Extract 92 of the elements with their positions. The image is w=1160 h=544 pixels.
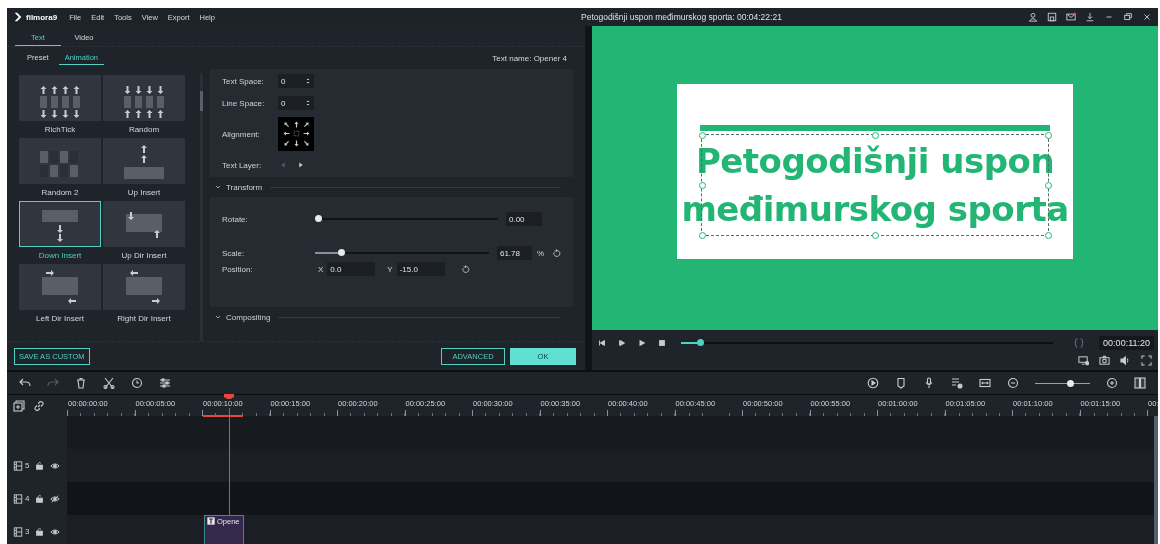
volume-icon[interactable] [1120, 354, 1131, 366]
track-number: 4 [25, 494, 30, 503]
marker-icon[interactable] [895, 377, 907, 389]
restore-icon[interactable] [1123, 12, 1133, 22]
axis-label: Y [387, 264, 393, 274]
next-frame-icon[interactable] [617, 338, 627, 348]
text-clip-icon [207, 517, 215, 525]
track-number: 5 [25, 461, 30, 470]
title-text: međimurskog sporta [681, 188, 1069, 231]
preset-label: Up Dir Insert [121, 251, 167, 260]
eye-icon[interactable] [50, 526, 61, 537]
cut-icon[interactable] [103, 377, 115, 389]
hidden-eye-icon[interactable] [50, 493, 61, 504]
value-field[interactable]: -15.0 [396, 262, 445, 276]
previous-frame-icon[interactable] [597, 338, 607, 348]
render-preview-icon[interactable] [867, 377, 879, 389]
animation-thumbnail[interactable] [19, 75, 101, 121]
value-field[interactable]: 0.00 [506, 212, 542, 226]
add-track-icon[interactable] [13, 399, 25, 412]
reset-icon[interactable] [460, 264, 470, 274]
stop-icon[interactable] [657, 338, 667, 348]
track-film-icon [13, 493, 23, 504]
lock-icon[interactable] [35, 527, 45, 536]
window-title: Petogodišnji uspon međimurskog sporta: 00:04:22:21 [581, 12, 782, 22]
text-name-label: Text name: Opener 4 [492, 53, 567, 63]
delete-icon[interactable] [75, 377, 87, 389]
axis-label: X [318, 264, 324, 274]
track-film-icon [13, 526, 23, 537]
section-header[interactable]: Transform [226, 182, 263, 192]
mail-icon[interactable] [1066, 12, 1076, 22]
preset-label: Random [128, 125, 160, 134]
adjust-icon[interactable] [159, 377, 171, 389]
in-out-range-line [203, 415, 243, 417]
spinner-arrows-icon[interactable] [305, 77, 311, 85]
unit-label: % [536, 248, 544, 258]
animation-thumbnail[interactable] [19, 264, 101, 310]
section-header[interactable]: Compositing [226, 312, 271, 322]
eye-icon[interactable] [50, 460, 61, 471]
preset-label: Up Insert [127, 188, 161, 197]
field-label: Alignment: [222, 129, 261, 139]
animation-thumbnail[interactable] [103, 138, 185, 184]
track-film-icon [13, 460, 23, 471]
display-settings-icon[interactable] [1078, 354, 1089, 366]
animation-thumbnail[interactable] [103, 264, 185, 310]
animation-thumbnail[interactable] [19, 138, 101, 184]
preset-label: Left Dir Insert [36, 314, 84, 323]
microphone-icon[interactable] [923, 377, 935, 389]
spin-field[interactable]: 0 [278, 96, 314, 110]
value-field[interactable]: 0.0 [327, 262, 376, 276]
preset-label: Down Insert [38, 251, 82, 260]
field-label: Scale: [222, 248, 246, 258]
field-label: Rotate: [222, 214, 249, 224]
scrollbar-thumb[interactable] [200, 91, 203, 111]
lock-icon[interactable] [35, 461, 45, 470]
zoom-in-icon[interactable] [1106, 377, 1118, 389]
timecode: 00:00:11:20 [1099, 336, 1154, 350]
snapshot-icon[interactable] [1099, 354, 1110, 366]
value-field[interactable]: 61.78 [496, 246, 532, 260]
download-icon[interactable] [1085, 12, 1095, 22]
animation-thumbnail[interactable] [103, 75, 185, 121]
animation-thumbnail[interactable] [19, 201, 101, 247]
zoom-out-icon[interactable] [1007, 377, 1019, 389]
track-number: 3 [25, 527, 30, 536]
alignment-grid[interactable] [278, 117, 314, 151]
play-icon[interactable] [637, 338, 647, 348]
spinner-arrows-icon[interactable] [305, 99, 311, 107]
animation-thumbnail[interactable] [103, 201, 185, 247]
preset-label: RichTick [44, 125, 76, 134]
preset-label: Right Dir Insert [117, 314, 171, 323]
reset-icon[interactable] [552, 248, 561, 258]
chevron-icon[interactable] [214, 313, 222, 321]
columns-icon[interactable] [1134, 377, 1146, 389]
title-text: Petogodišnji uspon [695, 140, 1055, 183]
fit-timeline-icon[interactable] [979, 377, 991, 389]
field-label: Text Space: [222, 76, 265, 86]
link-icon[interactable] [33, 399, 45, 412]
close-icon[interactable] [1142, 12, 1152, 22]
undo-icon[interactable] [19, 377, 31, 389]
save-icon[interactable] [1047, 12, 1057, 22]
field-label: Line Space: [222, 98, 266, 108]
fullscreen-icon[interactable] [1141, 354, 1152, 366]
preset-label: Random 2 [41, 188, 79, 197]
app-logo: filmora9 [26, 12, 58, 22]
lock-icon[interactable] [35, 494, 45, 503]
speed-clock-icon[interactable] [131, 377, 143, 389]
audio-mixer-icon[interactable] [951, 377, 963, 389]
user-icon[interactable] [1028, 12, 1038, 22]
chevron-icon[interactable] [214, 183, 222, 191]
spin-field[interactable]: 0 [278, 74, 314, 88]
field-label: Text Layer: [222, 160, 263, 170]
logo-icon [13, 12, 23, 22]
field-label: Position: [222, 264, 254, 274]
